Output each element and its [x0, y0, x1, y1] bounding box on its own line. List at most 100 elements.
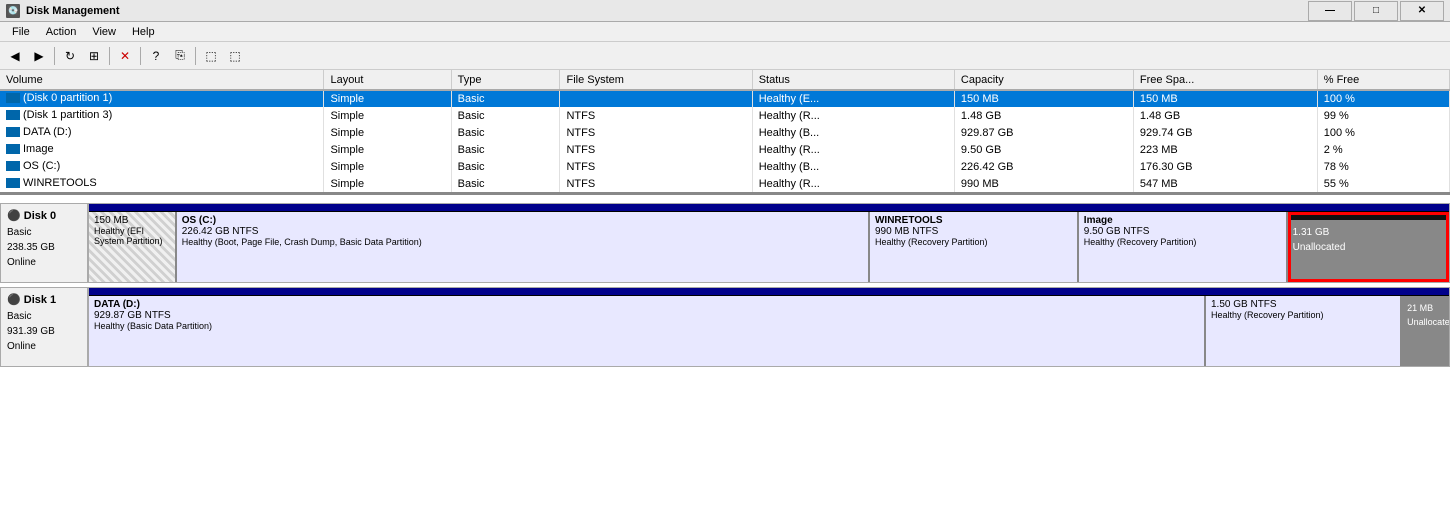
- window-title: Disk Management: [26, 5, 1308, 17]
- menu-file[interactable]: File: [4, 25, 38, 39]
- table-cell: NTFS: [560, 141, 752, 158]
- table-cell: 9.50 GB: [954, 141, 1133, 158]
- table-cell: Image: [0, 141, 324, 158]
- disk1-bar: DATA (D:) 929.87 GB NTFS Healthy (Basic …: [88, 287, 1450, 367]
- copy-button[interactable]: ⎘: [169, 45, 191, 67]
- delete-button[interactable]: ✕: [114, 45, 136, 67]
- toolbar-separator-1: [54, 47, 55, 65]
- icon-btn-2[interactable]: ⬚: [224, 45, 246, 67]
- col-pct[interactable]: % Free: [1317, 70, 1449, 90]
- disk1-row: ⚫ Disk 1 Basic 931.39 GB Online DATA (D:…: [0, 287, 1450, 367]
- col-free[interactable]: Free Spa...: [1133, 70, 1317, 90]
- table-cell: (Disk 1 partition 3): [0, 107, 324, 124]
- disk1-partitions: DATA (D:) 929.87 GB NTFS Healthy (Basic …: [89, 296, 1449, 366]
- disk1-partition-unallocated[interactable]: 21 MB Unallocated: [1402, 296, 1449, 366]
- table-header-row: Volume Layout Type File System Status Ca…: [0, 70, 1450, 90]
- table-row[interactable]: DATA (D:)SimpleBasicNTFSHealthy (B...929…: [0, 124, 1450, 141]
- disk1-status: Online: [7, 339, 81, 354]
- table-cell: Healthy (R...: [752, 175, 954, 192]
- table-cell: 150 MB: [1133, 90, 1317, 107]
- minimize-button[interactable]: —: [1308, 1, 1352, 21]
- table-cell: 547 MB: [1133, 175, 1317, 192]
- disk0-image-status: Healthy (Recovery Partition): [1084, 237, 1281, 247]
- disk0-partition-unallocated[interactable]: 1.31 GB Unallocated: [1288, 212, 1449, 282]
- table-cell: Healthy (R...: [752, 141, 954, 158]
- disk0-partitions: 150 MB Healthy (EFI System Partition) OS…: [89, 212, 1449, 282]
- disk0-row: ⚫ Disk 0 Basic 238.35 GB Online 150 MB H…: [0, 203, 1450, 283]
- refresh-button[interactable]: ↻: [59, 45, 81, 67]
- disk0-partition-efi[interactable]: 150 MB Healthy (EFI System Partition): [89, 212, 177, 282]
- table-cell: Simple: [324, 107, 451, 124]
- forward-button[interactable]: ▶: [28, 45, 50, 67]
- disk0-winretools-status: Healthy (Recovery Partition): [875, 237, 1072, 247]
- icon-btn-1[interactable]: ⬚: [200, 45, 222, 67]
- table-cell: Basic: [451, 124, 560, 141]
- toolbar-separator-2: [109, 47, 110, 65]
- disk0-os-name: OS (C:): [182, 215, 863, 226]
- table-cell: Healthy (E...: [752, 90, 954, 107]
- disk1-partition-recovery[interactable]: 1.50 GB NTFS Healthy (Recovery Partition…: [1206, 296, 1402, 366]
- table-cell: Healthy (B...: [752, 124, 954, 141]
- disk0-partition-winretools[interactable]: WINRETOOLS 990 MB NTFS Healthy (Recovery…: [870, 212, 1079, 282]
- close-button[interactable]: ✕: [1400, 1, 1444, 21]
- toolbar-separator-3: [140, 47, 141, 65]
- maximize-button[interactable]: □: [1354, 1, 1398, 21]
- table-cell: Healthy (B...: [752, 158, 954, 175]
- disk0-name: ⚫ Disk 0: [7, 208, 81, 225]
- volume-table-section: Volume Layout Type File System Status Ca…: [0, 70, 1450, 195]
- disk0-label: ⚫ Disk 0 Basic 238.35 GB Online: [0, 203, 88, 283]
- disk0-image-name: Image: [1084, 215, 1281, 226]
- col-type[interactable]: Type: [451, 70, 560, 90]
- disk1-bar-header: [89, 288, 1449, 296]
- table-cell: 1.48 GB: [1133, 107, 1317, 124]
- menu-help[interactable]: Help: [124, 25, 163, 39]
- disk0-winretools-name: WINRETOOLS: [875, 215, 1072, 226]
- main-content: Volume Layout Type File System Status Ca…: [0, 70, 1450, 520]
- disk0-partition-image[interactable]: Image 9.50 GB NTFS Healthy (Recovery Par…: [1079, 212, 1288, 282]
- toolbar-separator-4: [195, 47, 196, 65]
- properties-button[interactable]: ⊞: [83, 45, 105, 67]
- disk-section: ⚫ Disk 0 Basic 238.35 GB Online 150 MB H…: [0, 195, 1450, 520]
- col-layout[interactable]: Layout: [324, 70, 451, 90]
- disk1-partition-data[interactable]: DATA (D:) 929.87 GB NTFS Healthy (Basic …: [89, 296, 1206, 366]
- col-capacity[interactable]: Capacity: [954, 70, 1133, 90]
- disk0-image-size: 9.50 GB NTFS: [1084, 226, 1281, 237]
- back-button[interactable]: ◀: [4, 45, 26, 67]
- menu-action[interactable]: Action: [38, 25, 85, 39]
- disk0-unallocated-label: Unallocated: [1293, 242, 1444, 253]
- table-cell: WINRETOOLS: [0, 175, 324, 192]
- table-cell: Simple: [324, 141, 451, 158]
- table-row[interactable]: ImageSimpleBasicNTFSHealthy (R...9.50 GB…: [0, 141, 1450, 158]
- disk0-unallocated-size: 1.31 GB: [1293, 227, 1444, 238]
- disk0-winretools-size: 990 MB NTFS: [875, 226, 1072, 237]
- title-bar: 💽 Disk Management — □ ✕: [0, 0, 1450, 22]
- table-row[interactable]: (Disk 1 partition 3)SimpleBasicNTFSHealt…: [0, 107, 1450, 124]
- disk0-os-size: 226.42 GB NTFS: [182, 226, 863, 237]
- table-row[interactable]: (Disk 0 partition 1)SimpleBasicHealthy (…: [0, 90, 1450, 107]
- col-filesystem[interactable]: File System: [560, 70, 752, 90]
- disk1-name: ⚫ Disk 1: [7, 292, 81, 309]
- disk1-data-size: 929.87 GB NTFS: [94, 310, 1199, 321]
- help-button[interactable]: ?: [145, 45, 167, 67]
- table-cell: Simple: [324, 90, 451, 107]
- disk0-efi-status: Healthy (EFI System Partition): [94, 226, 170, 246]
- table-cell: Basic: [451, 90, 560, 107]
- menu-view[interactable]: View: [84, 25, 124, 39]
- disk0-efi-size: 150 MB: [94, 215, 170, 226]
- table-cell: 100 %: [1317, 124, 1449, 141]
- table-cell: 990 MB: [954, 175, 1133, 192]
- disk1-unallocated-size: 21 MB: [1407, 303, 1444, 313]
- table-cell: 929.74 GB: [1133, 124, 1317, 141]
- table-cell: 150 MB: [954, 90, 1133, 107]
- toolbar: ◀ ▶ ↻ ⊞ ✕ ? ⎘ ⬚ ⬚: [0, 42, 1450, 70]
- col-volume[interactable]: Volume: [0, 70, 324, 90]
- table-row[interactable]: OS (C:)SimpleBasicNTFSHealthy (B...226.4…: [0, 158, 1450, 175]
- disk0-bar: 150 MB Healthy (EFI System Partition) OS…: [88, 203, 1450, 283]
- table-cell: NTFS: [560, 124, 752, 141]
- table-cell: [560, 90, 752, 107]
- table-cell: 99 %: [1317, 107, 1449, 124]
- disk0-partition-os[interactable]: OS (C:) 226.42 GB NTFS Healthy (Boot, Pa…: [177, 212, 870, 282]
- table-cell: Simple: [324, 124, 451, 141]
- table-row[interactable]: WINRETOOLSSimpleBasicNTFSHealthy (R...99…: [0, 175, 1450, 192]
- col-status[interactable]: Status: [752, 70, 954, 90]
